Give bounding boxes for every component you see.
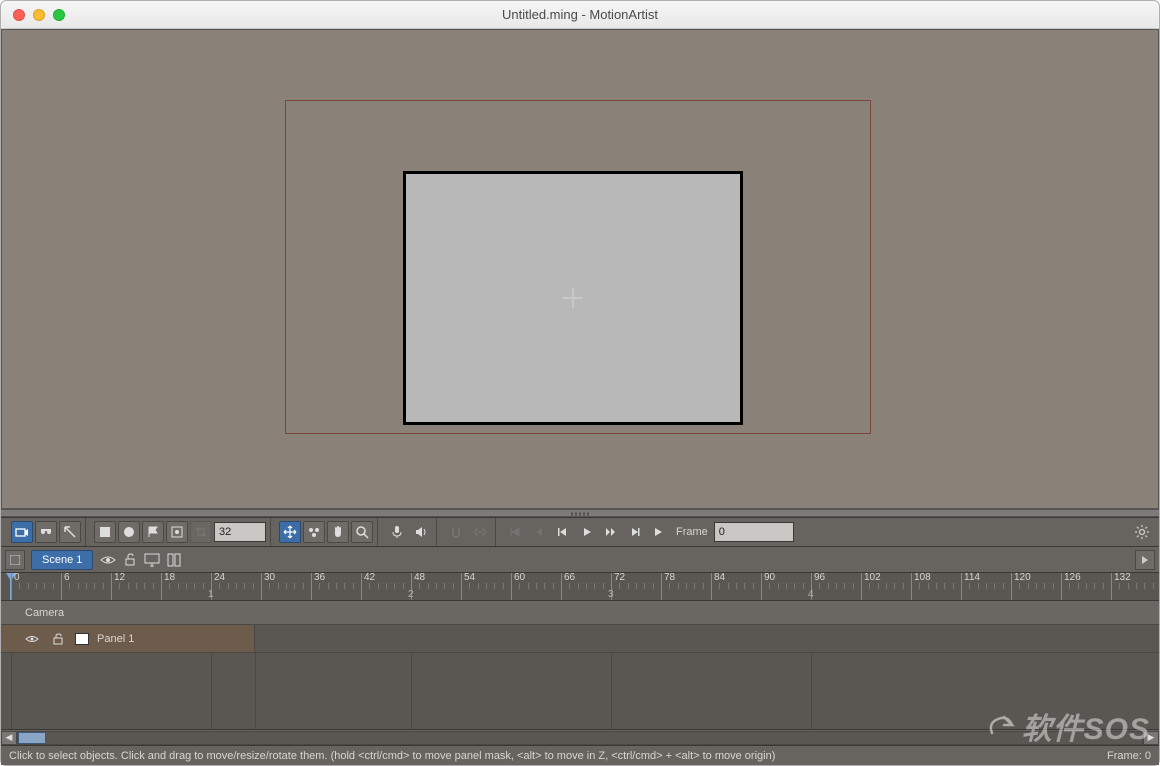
eye-icon[interactable]: [23, 630, 41, 648]
director-tool-button[interactable]: [35, 521, 57, 543]
h-scrollbar[interactable]: ◀ ▶: [1, 729, 1159, 745]
splitter-handle[interactable]: [1, 509, 1159, 517]
flag-button[interactable]: [142, 521, 164, 543]
crop-button: [190, 521, 212, 543]
link-button[interactable]: [469, 521, 491, 543]
status-bar: Click to select objects. Click and drag …: [1, 745, 1159, 765]
snap-button[interactable]: [445, 521, 467, 543]
panel-label: Panel 1: [97, 633, 134, 645]
scene-bar: Scene 1: [1, 547, 1159, 573]
magnify-tool-button[interactable]: [351, 521, 373, 543]
speaker-button[interactable]: [410, 521, 432, 543]
scene-name: Scene 1: [42, 554, 82, 566]
status-frame: Frame: 0: [1107, 750, 1151, 762]
camera-label: Camera: [25, 607, 64, 619]
panel-header[interactable]: Panel 1: [1, 625, 255, 652]
toolbar: Frame: [1, 517, 1159, 547]
mic-button[interactable]: [386, 521, 408, 543]
timeline: Camera Panel 1 ◀ ▶: [1, 601, 1159, 745]
play-button[interactable]: [576, 521, 598, 543]
timeline-grid[interactable]: [1, 653, 1159, 729]
next-key-button[interactable]: [624, 521, 646, 543]
record-button[interactable]: [118, 521, 140, 543]
window-title: Untitled.ming - MotionArtist: [1, 7, 1159, 22]
columns-icon[interactable]: [165, 551, 183, 569]
eye-icon[interactable]: [99, 551, 117, 569]
panel-track[interactable]: [255, 625, 1159, 652]
step-fwd-button[interactable]: [600, 521, 622, 543]
color-swatch[interactable]: [75, 633, 89, 645]
timeline-ruler[interactable]: 0612182430364248546066727884909610210811…: [1, 573, 1159, 601]
target-button[interactable]: [166, 521, 188, 543]
add-scene-button[interactable]: [5, 550, 25, 570]
go-end-button[interactable]: [648, 521, 670, 543]
move-tool-button[interactable]: [279, 521, 301, 543]
go-start-button[interactable]: [504, 521, 526, 543]
settings-button[interactable]: [1131, 521, 1153, 543]
step-back-button[interactable]: [552, 521, 574, 543]
scroll-right-button[interactable]: ▶: [1143, 731, 1159, 745]
frame-label: Frame: [676, 526, 708, 538]
group-tool-button[interactable]: [303, 521, 325, 543]
panel-row[interactable]: Panel 1: [1, 625, 1159, 653]
prev-key-button[interactable]: [528, 521, 550, 543]
app-window: Untitled.ming - MotionArtist: [0, 0, 1160, 766]
lock-icon[interactable]: [49, 630, 67, 648]
frame-field[interactable]: [714, 522, 794, 542]
scene-tab[interactable]: Scene 1: [31, 550, 93, 570]
camera-tool-button[interactable]: [11, 521, 33, 543]
stop-button[interactable]: [94, 521, 116, 543]
zoom-field[interactable]: [214, 522, 266, 542]
layout-tool-button[interactable]: [59, 521, 81, 543]
camera-row[interactable]: Camera: [1, 601, 1159, 625]
hand-tool-button[interactable]: [327, 521, 349, 543]
scroll-left-button[interactable]: ◀: [1, 731, 17, 745]
lock-icon[interactable]: [121, 551, 139, 569]
panel-frame[interactable]: [403, 171, 743, 425]
titlebar: Untitled.ming - MotionArtist: [1, 1, 1159, 29]
canvas[interactable]: [1, 29, 1159, 509]
scroll-track[interactable]: [17, 731, 1143, 745]
scene-play-button[interactable]: [1135, 550, 1155, 570]
status-hint: Click to select objects. Click and drag …: [9, 750, 775, 762]
scroll-thumb[interactable]: [18, 732, 46, 744]
monitor-icon[interactable]: [143, 551, 161, 569]
crosshair-icon: [563, 288, 583, 308]
